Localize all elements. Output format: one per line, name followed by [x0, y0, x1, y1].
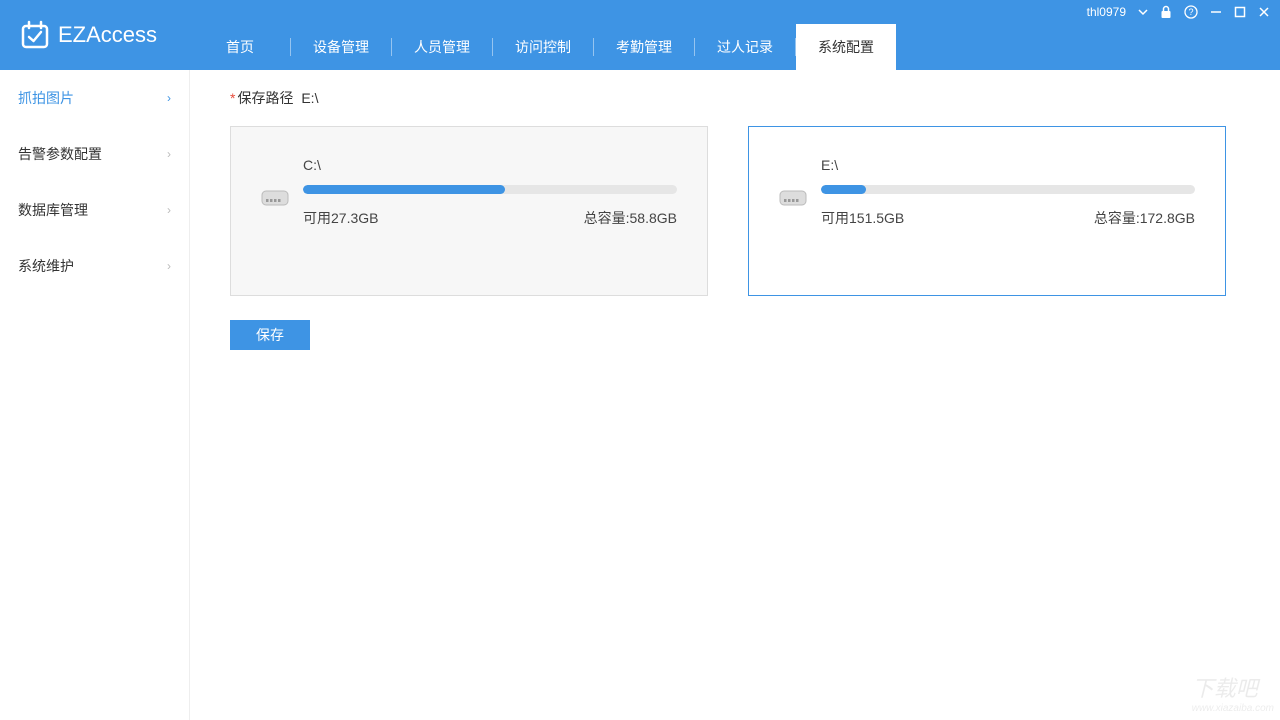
current-user[interactable]: thl0979 [1087, 5, 1126, 19]
sidebar-item-label: 告警参数配置 [18, 144, 102, 164]
nav-tab[interactable]: 设备管理 [291, 24, 391, 70]
drive-name: E:\ [821, 157, 1195, 173]
main-nav-tabs: 首页设备管理人员管理访问控制考勤管理过人记录系统配置 [190, 24, 1280, 70]
nav-tab[interactable]: 过人记录 [695, 24, 795, 70]
nav-tab[interactable]: 首页 [190, 24, 290, 70]
save-path-value: E:\ [301, 90, 318, 106]
drive-body: E:\ 可用151.5GB 总容量:172.8GB [821, 157, 1195, 228]
close-button[interactable] [1258, 6, 1270, 18]
save-path-row: *保存路径 E:\ [230, 88, 1240, 108]
sidebar-item[interactable]: 数据库管理 › [0, 182, 189, 238]
minimize-button[interactable] [1210, 6, 1222, 18]
nav-tab[interactable]: 考勤管理 [594, 24, 694, 70]
maximize-button[interactable] [1234, 6, 1246, 18]
sidebar-item[interactable]: 抓拍图片 › [0, 70, 189, 126]
harddrive-icon [779, 187, 807, 207]
header-right: thl0979 ? 首页设备管理人员管理访问控制考勤管理过人记录系统配置 [190, 0, 1280, 70]
brand-name: EZAccess [58, 22, 157, 48]
brand: EZAccess [0, 0, 190, 70]
harddrive-icon [261, 187, 289, 207]
drive-card[interactable]: C:\ 可用27.3GB 总容量:58.8GB [230, 126, 708, 296]
nav-tab[interactable]: 人员管理 [392, 24, 492, 70]
sidebar-item[interactable]: 告警参数配置 › [0, 126, 189, 182]
save-path-label: 保存路径 [237, 90, 293, 106]
sidebar: 抓拍图片 › 告警参数配置 › 数据库管理 › 系统维护 › [0, 70, 190, 720]
drive-name: C:\ [303, 157, 677, 173]
drive-free: 可用151.5GB [821, 208, 904, 228]
nav-tab[interactable]: 访问控制 [493, 24, 593, 70]
sidebar-item-label: 抓拍图片 [18, 88, 74, 108]
drive-total: 总容量:58.8GB [584, 208, 677, 228]
drive-card[interactable]: E:\ 可用151.5GB 总容量:172.8GB [748, 126, 1226, 296]
drive-stats: 可用27.3GB 总容量:58.8GB [303, 208, 677, 228]
required-star-icon: * [230, 90, 235, 106]
capacity-bar-fill [821, 185, 866, 194]
chevron-right-icon: › [167, 259, 171, 273]
drive-free: 可用27.3GB [303, 208, 378, 228]
capacity-bar [821, 185, 1195, 194]
drive-cards: C:\ 可用27.3GB 总容量:58.8GB E:\ 可用151.5GB 总容量:172… [230, 126, 1240, 296]
chevron-down-icon[interactable] [1138, 7, 1148, 17]
chevron-right-icon: › [167, 147, 171, 161]
drive-body: C:\ 可用27.3GB 总容量:58.8GB [303, 157, 677, 228]
nav-tab[interactable]: 系统配置 [796, 24, 896, 70]
save-button[interactable]: 保存 [230, 320, 310, 350]
sidebar-item-label: 系统维护 [18, 256, 74, 276]
chevron-right-icon: › [167, 203, 171, 217]
sidebar-item[interactable]: 系统维护 › [0, 238, 189, 294]
app-header: EZAccess thl0979 ? 首页设备管理人员管理访问控制考勤管理 [0, 0, 1280, 70]
drive-total: 总容量:172.8GB [1094, 208, 1195, 228]
calendar-check-icon [20, 20, 50, 50]
svg-text:?: ? [1188, 7, 1193, 17]
lock-icon[interactable] [1160, 5, 1172, 19]
drive-stats: 可用151.5GB 总容量:172.8GB [821, 208, 1195, 228]
window-titlebar: thl0979 ? [190, 0, 1280, 24]
sidebar-item-label: 数据库管理 [18, 200, 88, 220]
help-icon[interactable]: ? [1184, 5, 1198, 19]
chevron-right-icon: › [167, 91, 171, 105]
capacity-bar [303, 185, 677, 194]
capacity-bar-fill [303, 185, 505, 194]
main-content: *保存路径 E:\ C:\ 可用27.3GB 总容量:58.8GB E:\ 可用151.… [190, 70, 1280, 720]
